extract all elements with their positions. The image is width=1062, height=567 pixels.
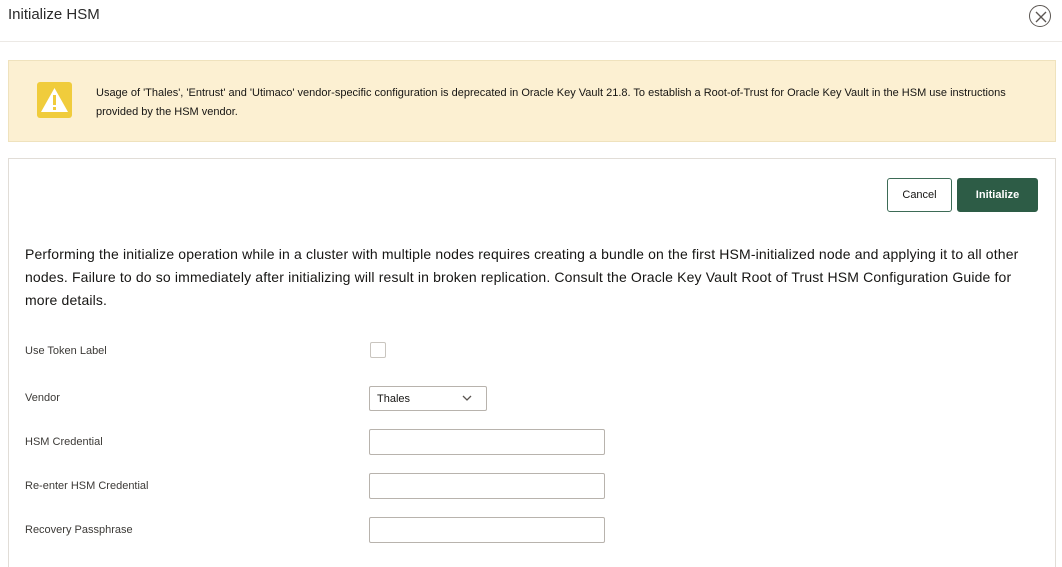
close-icon [1035,11,1047,23]
dialog-title: Initialize HSM [8,6,100,23]
dialog-header: Initialize HSM [0,0,1062,42]
chevron-down-icon [462,395,472,401]
vendor-selected-value: Thales [377,393,411,405]
recovery-passphrase-input[interactable] [369,517,605,543]
warning-triangle-icon [37,82,72,118]
deprecation-warning-banner: Usage of 'Thales', 'Entrust' and 'Utimac… [8,60,1056,142]
cluster-info-text: Performing the initialize operation whil… [25,246,1019,308]
hsm-credential-label: HSM Credential [25,436,103,448]
reenter-hsm-credential-label: Re-enter HSM Credential [25,480,149,492]
use-token-label-checkbox[interactable] [370,342,386,358]
warning-message: Usage of 'Thales', 'Entrust' and 'Utimac… [96,87,1006,118]
use-token-label-label: Use Token Label [25,345,107,357]
close-button[interactable] [1029,5,1051,27]
initialize-button[interactable]: Initialize [957,178,1038,212]
vendor-select[interactable]: Thales [369,386,487,411]
hsm-credential-input[interactable] [369,429,605,455]
reenter-hsm-credential-input[interactable] [369,473,605,499]
vendor-label: Vendor [25,392,60,404]
cancel-button[interactable]: Cancel [887,178,952,212]
initialize-form-panel: Cancel Initialize Performing the initial… [8,158,1056,567]
recovery-passphrase-label: Recovery Passphrase [25,524,133,536]
